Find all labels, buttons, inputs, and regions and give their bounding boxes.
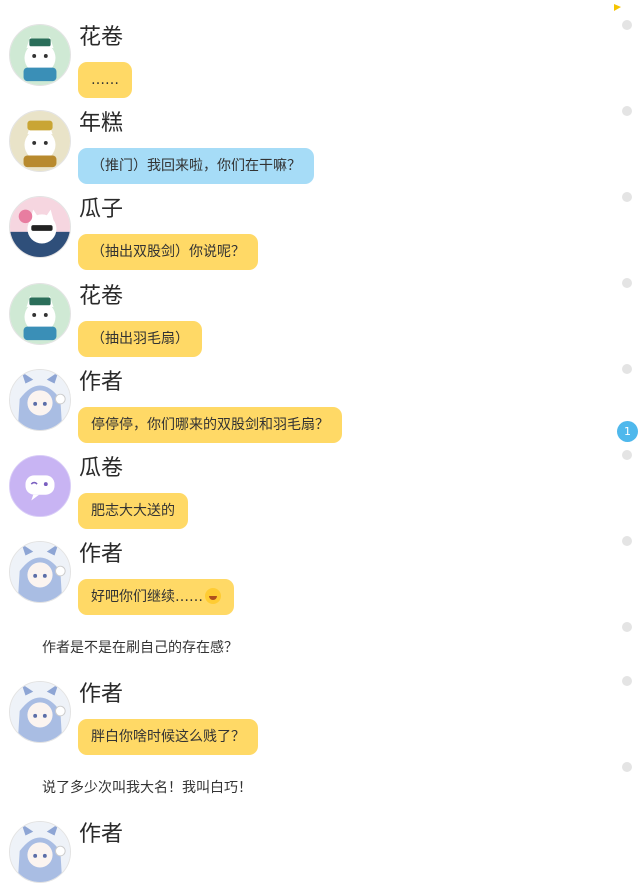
corner-flag-icon [614, 4, 621, 11]
message-text: 好吧你们继续…… [91, 589, 203, 605]
message-bubble[interactable]: …… [78, 62, 132, 98]
message-bubble[interactable]: （抽出双股剑）你说呢？ [78, 234, 258, 270]
narration-text: 作者是不是在刷自己的存在感？ [42, 640, 238, 656]
anime-girl-avatar[interactable] [9, 369, 71, 431]
message-bubble[interactable]: 好吧你们继续…… [78, 579, 234, 615]
message-bubble[interactable]: 胖白你啥时候这么贱了？ [78, 719, 258, 755]
message-bubble[interactable]: （抽出羽毛扇） [78, 321, 202, 357]
purple-chat-avatar[interactable] [9, 455, 71, 517]
scroll-marker[interactable] [622, 676, 632, 686]
cat-pink-avatar[interactable] [9, 196, 71, 258]
scroll-marker[interactable] [622, 622, 632, 632]
cat-gold-avatar[interactable] [9, 110, 71, 172]
scroll-marker[interactable] [622, 762, 632, 772]
sender-name: 作者 [79, 370, 124, 395]
cat-green-avatar[interactable] [9, 24, 71, 86]
sender-name: 作者 [79, 682, 124, 707]
scroll-marker[interactable] [622, 106, 632, 116]
anime-girl-avatar[interactable] [9, 681, 71, 743]
scroll-marker[interactable] [622, 20, 632, 30]
message-bubble[interactable]: 肥志大大送的 [78, 493, 188, 529]
message-bubble[interactable]: （推门）我回来啦，你们在干嘛？ [78, 148, 314, 184]
comment-count-badge[interactable]: 1 [617, 421, 638, 442]
scroll-marker[interactable] [622, 450, 632, 460]
anime-girl-avatar[interactable] [9, 541, 71, 603]
scroll-marker[interactable] [622, 364, 632, 374]
sender-name: 年糕 [79, 111, 124, 136]
sender-name: 作者 [79, 822, 124, 847]
sweat-smile-emoji-icon [205, 588, 221, 604]
scroll-marker[interactable] [622, 278, 632, 288]
message-bubble[interactable]: 停停停，你们哪来的双股剑和羽毛扇？ [78, 407, 342, 443]
sender-name: 瓜卷 [79, 456, 124, 481]
sender-name: 花卷 [79, 284, 124, 309]
scroll-marker[interactable] [622, 536, 632, 546]
anime-girl-avatar[interactable] [9, 821, 71, 883]
sender-name: 作者 [79, 542, 124, 567]
sender-name: 花卷 [79, 25, 124, 50]
sender-name: 瓜子 [79, 197, 124, 222]
scroll-marker[interactable] [622, 192, 632, 202]
narration-text: 说了多少次叫我大名！我叫白巧！ [42, 780, 252, 796]
cat-green-avatar[interactable] [9, 283, 71, 345]
